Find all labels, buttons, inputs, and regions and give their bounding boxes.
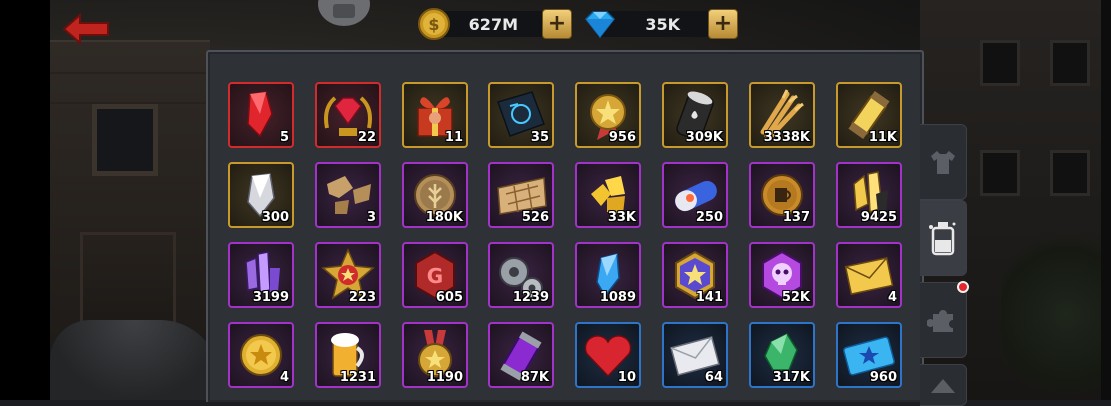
- item-quantity: 35: [530, 130, 549, 145]
- item-quantity: 956: [608, 130, 636, 145]
- inventory-item[interactable]: 5: [228, 82, 294, 148]
- plus-icon: +: [713, 11, 733, 36]
- camera-icon: [333, 4, 355, 18]
- item-quantity: 1231: [339, 370, 376, 385]
- inventory-item[interactable]: 4: [836, 242, 902, 308]
- item-quantity: 141: [695, 290, 723, 305]
- item-quantity: 960: [869, 370, 897, 385]
- puzzle-piece-icon: [927, 310, 953, 332]
- inventory-item[interactable]: 309K: [662, 82, 728, 148]
- item-quantity: 137: [782, 210, 810, 225]
- item-quantity: 1239: [512, 290, 549, 305]
- item-quantity: 10: [617, 370, 636, 385]
- inventory-item[interactable]: 35: [488, 82, 554, 148]
- gold-coin-icon: $: [418, 8, 450, 40]
- gold-currency: $ 627M +: [418, 8, 574, 40]
- gem-currency: 35K +: [582, 8, 740, 40]
- left-house: [50, 40, 210, 348]
- inventory-item[interactable]: 1239: [488, 242, 554, 308]
- inventory-item[interactable]: G 605: [402, 242, 468, 308]
- gold-amount: 627M: [468, 15, 518, 34]
- inventory-item[interactable]: 22: [315, 82, 381, 148]
- inventory-item[interactable]: 141: [662, 242, 728, 308]
- inventory-item[interactable]: 52K: [749, 242, 815, 308]
- inventory-item[interactable]: 317K: [749, 322, 815, 388]
- item-quantity: 22: [357, 130, 376, 145]
- item-quantity: 87K: [520, 370, 549, 385]
- inventory-item[interactable]: 526: [488, 162, 554, 228]
- item-quantity: 1190: [426, 370, 463, 385]
- item-quantity: 4: [279, 370, 289, 385]
- item-quantity: 526: [521, 210, 549, 225]
- svg-text:$: $: [428, 15, 439, 34]
- inventory-item[interactable]: 1089: [575, 242, 641, 308]
- inventory-item[interactable]: 180K: [402, 162, 468, 228]
- hat-icon: [931, 379, 955, 393]
- item-quantity: 317K: [772, 370, 810, 385]
- item-quantity: 11: [444, 130, 463, 145]
- inventory-panel: 5 22 11 35 956 309K 3338K 11K 300 3 180K 526 33K 250 1…: [206, 50, 924, 402]
- tree-foliage: [1001, 230, 1111, 400]
- item-quantity: 33K: [607, 210, 636, 225]
- back-button[interactable]: [60, 12, 112, 46]
- inventory-item[interactable]: 9425: [836, 162, 902, 228]
- item-quantity: 300: [261, 210, 289, 225]
- shirt-icon: [931, 151, 955, 174]
- item-quantity: 3338K: [763, 130, 810, 145]
- item-quantity: 5: [279, 130, 289, 145]
- potion-bottle-icon: [929, 222, 956, 256]
- inventory-item[interactable]: 33K: [575, 162, 641, 228]
- abandoned-car: [50, 320, 220, 400]
- item-quantity: 180K: [425, 210, 463, 225]
- svg-text:G: G: [427, 264, 443, 288]
- inventory-item[interactable]: 3199: [228, 242, 294, 308]
- inventory-item[interactable]: 1231: [315, 322, 381, 388]
- inventory-item[interactable]: 3: [315, 162, 381, 228]
- item-quantity: 9425: [860, 210, 897, 225]
- inventory-item[interactable]: 960: [836, 322, 902, 388]
- item-quantity: 1089: [599, 290, 636, 305]
- inventory-item[interactable]: 223: [315, 242, 381, 308]
- inventory-item[interactable]: 11K: [836, 82, 902, 148]
- inventory-item[interactable]: 11: [402, 82, 468, 148]
- inventory-item[interactable]: 3338K: [749, 82, 815, 148]
- inventory-item[interactable]: 137: [749, 162, 815, 228]
- tab-fragments[interactable]: [920, 282, 967, 358]
- item-quantity: 52K: [781, 290, 810, 305]
- add-gems-button[interactable]: +: [708, 9, 738, 39]
- notification-dot: [957, 281, 969, 293]
- red-back-arrow-icon: [62, 12, 109, 46]
- blue-diamond-icon: [585, 11, 615, 39]
- inventory-item[interactable]: 4: [228, 322, 294, 388]
- item-quantity: 605: [435, 290, 463, 305]
- item-quantity: 3199: [252, 290, 289, 305]
- inventory-item[interactable]: 250: [662, 162, 728, 228]
- inventory-item[interactable]: 64: [662, 322, 728, 388]
- gem-amount: 35K: [645, 15, 680, 34]
- item-quantity: 309K: [685, 130, 723, 145]
- inventory-item[interactable]: 10: [575, 322, 641, 388]
- tab-consumables[interactable]: [920, 200, 967, 276]
- inventory-item[interactable]: 300: [228, 162, 294, 228]
- inventory-item[interactable]: 956: [575, 82, 641, 148]
- item-quantity: 223: [348, 290, 376, 305]
- item-quantity: 3: [366, 210, 376, 225]
- plus-icon: +: [547, 11, 567, 36]
- add-gold-button[interactable]: +: [542, 9, 572, 39]
- inventory-item[interactable]: 1190: [402, 322, 468, 388]
- item-quantity: 250: [695, 210, 723, 225]
- house-window: [92, 104, 158, 176]
- item-quantity: 11K: [868, 130, 897, 145]
- tab-outfits[interactable]: [920, 124, 967, 200]
- inventory-item[interactable]: 87K: [488, 322, 554, 388]
- item-quantity: 4: [887, 290, 897, 305]
- item-quantity: 64: [704, 370, 723, 385]
